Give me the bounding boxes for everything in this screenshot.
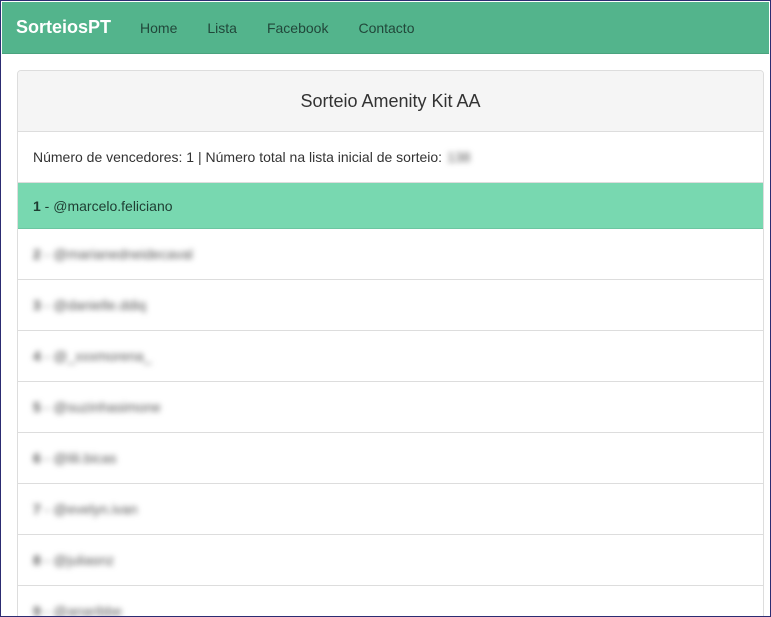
list-item-handle: @danielle.ddiq: [53, 297, 147, 313]
list-item: 7 - @evelyn.ivan: [18, 484, 763, 535]
draw-info-text: Número de vencedores: 1 | Número total n…: [33, 149, 443, 165]
list-item-separator: -: [40, 603, 54, 617]
list-item: 3 - @danielle.ddiq: [18, 280, 763, 331]
list-item: 2 - @marianedneidecaval: [18, 229, 763, 280]
list-item-number: 9: [33, 603, 41, 617]
list-item-separator: -: [40, 552, 54, 568]
nav-link-lista[interactable]: Lista: [192, 2, 252, 54]
list-item-content: 5 - @suzinhasimone: [33, 399, 161, 415]
list-item-content: 2 - @marianedneidecaval: [33, 246, 193, 262]
list-item-separator: -: [40, 348, 54, 364]
list-item-number: 2: [33, 246, 41, 262]
nav-link-contacto[interactable]: Contacto: [343, 2, 429, 54]
list-item-content: 9 - @anaribbe: [33, 603, 122, 617]
list-item: 5 - @suzinhasimone: [18, 382, 763, 433]
list-item-handle: @suzinhasimone: [53, 399, 161, 415]
list-item-separator: -: [40, 197, 54, 214]
list-item-content: 8 - @juliasnz: [33, 552, 114, 568]
list-item: 6 - @lili.bicas: [18, 433, 763, 484]
list-item-handle: @marcelo.feliciano: [53, 197, 173, 214]
list-item-separator: -: [40, 501, 54, 517]
nav-link-home[interactable]: Home: [125, 2, 192, 54]
list-item-number: 6: [33, 450, 41, 466]
list-item: 8 - @juliasnz: [18, 535, 763, 586]
list-item-handle: @juliasnz: [53, 552, 115, 568]
panel-title: Sorteio Amenity Kit AA: [18, 71, 763, 132]
top-navbar: SorteiosPT Home Lista Facebook Contacto: [2, 2, 769, 54]
list-item-number: 1: [33, 197, 41, 214]
nav-link-facebook[interactable]: Facebook: [252, 2, 343, 54]
list-item-handle: @evelyn.ivan: [53, 501, 138, 517]
list-item-handle: @lili.bicas: [53, 450, 117, 466]
list-item: 4 - @_xxxmorena_: [18, 331, 763, 382]
list-item-content: 7 - @evelyn.ivan: [33, 501, 138, 517]
draw-info: Número de vencedores: 1 | Número total n…: [18, 132, 763, 183]
list-item-handle: @_xxxmorena_: [53, 348, 152, 364]
list-item-separator: -: [40, 246, 54, 262]
list-item-number: 4: [33, 348, 41, 364]
winner-row: 1 - @marcelo.feliciano: [18, 183, 763, 229]
list-item-content: 4 - @_xxxmorena_: [33, 348, 152, 364]
list-item-separator: -: [40, 450, 54, 466]
list-item-content: 6 - @lili.bicas: [33, 450, 116, 466]
browser-frame: SorteiosPT Home Lista Facebook Contacto …: [0, 0, 771, 617]
winner-list: 1 - @marcelo.feliciano 2 - @marianedneide…: [18, 183, 763, 617]
list-item-separator: -: [40, 399, 54, 415]
list-item-content: 1 - @marcelo.feliciano: [33, 198, 173, 214]
list-item-handle: @marianedneidecaval: [53, 246, 193, 262]
list-item-separator: -: [40, 297, 54, 313]
list-item-number: 7: [33, 501, 41, 517]
list-item-handle: @anaribbe: [53, 603, 122, 617]
total-entries-value: 138: [447, 149, 471, 165]
list-item-number: 3: [33, 297, 41, 313]
list-item-number: 8: [33, 552, 41, 568]
list-item: 9 - @anaribbe: [18, 586, 763, 617]
list-item-number: 5: [33, 399, 41, 415]
brand-link[interactable]: SorteiosPT: [16, 17, 111, 38]
draw-results-panel: Sorteio Amenity Kit AA Número de vencedo…: [17, 70, 764, 617]
list-item-content: 3 - @danielle.ddiq: [33, 297, 146, 313]
